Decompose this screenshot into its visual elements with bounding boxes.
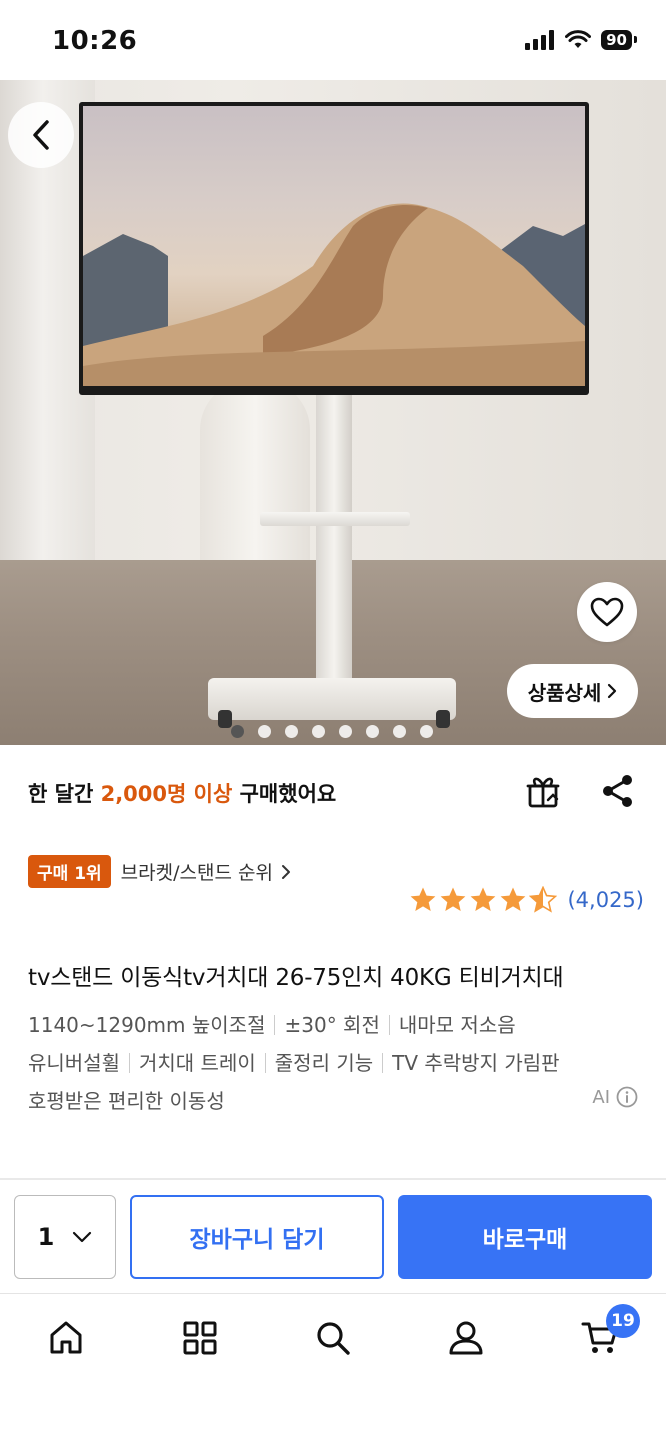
feature-row: 1140~1290mm 높이조절 ±30° 회전 내마모 저소음 bbox=[28, 1006, 640, 1044]
sales-suffix: 구매했어요 bbox=[239, 782, 337, 806]
ai-summary-tag[interactable]: AI bbox=[592, 1086, 638, 1108]
search-icon bbox=[317, 1322, 350, 1355]
product-features: 1140~1290mm 높이조절 ±30° 회전 내마모 저소음유니버설휠 거치대 트… bbox=[28, 1006, 640, 1120]
review-count[interactable]: (4,025) bbox=[567, 888, 644, 912]
divider bbox=[0, 1178, 666, 1180]
share-icon bbox=[603, 775, 632, 807]
product-detail-label: 상품상세 bbox=[527, 680, 602, 705]
heart-icon bbox=[590, 597, 624, 627]
star-icon bbox=[441, 887, 466, 911]
wifi-icon bbox=[565, 30, 592, 48]
status-icons: 90 bbox=[525, 30, 637, 50]
feature-item: 1140~1290mm 높이조절 bbox=[28, 1013, 266, 1037]
stand-shelf bbox=[260, 512, 410, 526]
star-icon bbox=[529, 886, 558, 913]
quantity-value: 1 bbox=[37, 1223, 55, 1251]
ranking-link[interactable]: 구매 1위 브라켓/스탠드 순위 bbox=[28, 855, 291, 888]
stand-wheel bbox=[436, 710, 450, 728]
feature-row: 유니버설휠 거치대 트레이 줄정리 기능 TV 추락방지 가림판 bbox=[28, 1044, 640, 1082]
signal-icon bbox=[525, 30, 555, 50]
tab-category[interactable] bbox=[180, 1318, 220, 1358]
category-icon bbox=[183, 1321, 217, 1355]
info-icon bbox=[616, 1086, 638, 1108]
stand-pole bbox=[316, 395, 352, 685]
home-icon bbox=[50, 1321, 82, 1354]
feature-separator bbox=[388, 1015, 390, 1035]
feature-item: 줄정리 기능 bbox=[274, 1051, 374, 1075]
chevron-right-icon bbox=[281, 864, 290, 879]
wishlist-button[interactable] bbox=[577, 582, 637, 642]
feature-item: 유니버설휠 bbox=[28, 1051, 120, 1075]
share-button[interactable] bbox=[600, 773, 636, 809]
stand-wheel bbox=[218, 710, 232, 728]
feature-separator bbox=[382, 1053, 384, 1073]
rank-category-label: 브라켓/스탠드 순위 bbox=[120, 862, 273, 884]
product-detail-button[interactable]: 상품상세 bbox=[507, 664, 638, 718]
feature-item: TV 추락방지 가림판 bbox=[392, 1051, 560, 1075]
pager-dot[interactable] bbox=[366, 725, 379, 738]
gift-button[interactable] bbox=[524, 772, 562, 810]
product-image[interactable] bbox=[0, 80, 666, 745]
feature-separator bbox=[129, 1053, 130, 1073]
tabbar-divider bbox=[0, 1293, 666, 1294]
tab-my-page[interactable] bbox=[446, 1318, 486, 1358]
pager-dot[interactable] bbox=[339, 725, 352, 738]
pager-dot[interactable] bbox=[285, 725, 298, 738]
ai-label: AI bbox=[592, 1086, 610, 1108]
feature-separator bbox=[264, 1053, 266, 1073]
product-title: tv스탠드 이동식tv거치대 26-75인치 40KG 티비거치대 bbox=[28, 965, 564, 991]
pager-dot[interactable] bbox=[258, 725, 271, 738]
sales-highlight: 2,000명 이상 bbox=[100, 782, 233, 806]
pager-dot[interactable] bbox=[312, 725, 325, 738]
star-icon bbox=[411, 887, 436, 911]
chevron-left-icon bbox=[33, 120, 49, 150]
sales-summary: 한 달간 2,000명 이상 구매했어요 bbox=[28, 778, 336, 808]
quantity-select[interactable]: 1 bbox=[14, 1195, 116, 1279]
rank-badge: 구매 1위 bbox=[28, 855, 111, 888]
buy-now-button[interactable]: 바로구매 bbox=[398, 1195, 652, 1279]
status-bar: 10:26 90 bbox=[0, 0, 666, 80]
battery-indicator: 90 bbox=[601, 30, 637, 50]
tv-screen bbox=[83, 106, 585, 386]
rating-stars bbox=[409, 886, 558, 914]
pager-dot[interactable] bbox=[393, 725, 406, 738]
sales-prefix: 한 달간 bbox=[28, 782, 94, 806]
feature-item: ±30° 회전 bbox=[284, 1013, 380, 1037]
pager-dot[interactable] bbox=[231, 725, 244, 738]
feature-item: 내마모 저소음 bbox=[398, 1013, 516, 1037]
tab-search[interactable] bbox=[313, 1318, 353, 1358]
tab-home[interactable] bbox=[46, 1318, 86, 1358]
back-button[interactable] bbox=[8, 102, 74, 168]
feature-item: 호평받은 편리한 이동성 bbox=[28, 1089, 225, 1113]
feature-separator bbox=[274, 1015, 276, 1035]
star-icon bbox=[501, 887, 526, 911]
feature-row: 호평받은 편리한 이동성 bbox=[28, 1082, 640, 1120]
stand-base bbox=[208, 678, 456, 720]
chevron-right-icon bbox=[608, 683, 617, 699]
gift-icon bbox=[526, 777, 560, 808]
star-icon bbox=[471, 887, 496, 911]
image-pager[interactable] bbox=[231, 725, 433, 738]
pager-dot[interactable] bbox=[420, 725, 433, 738]
status-time: 10:26 bbox=[52, 26, 138, 56]
chevron-down-icon bbox=[73, 1231, 92, 1243]
add-to-cart-button[interactable]: 장바구니 담기 bbox=[130, 1195, 384, 1279]
feature-item: 거치대 트레이 bbox=[139, 1051, 256, 1075]
cart-count-badge: 19 bbox=[606, 1304, 640, 1338]
my-page-icon bbox=[449, 1321, 483, 1355]
rating[interactable]: (4,025) bbox=[409, 886, 644, 914]
